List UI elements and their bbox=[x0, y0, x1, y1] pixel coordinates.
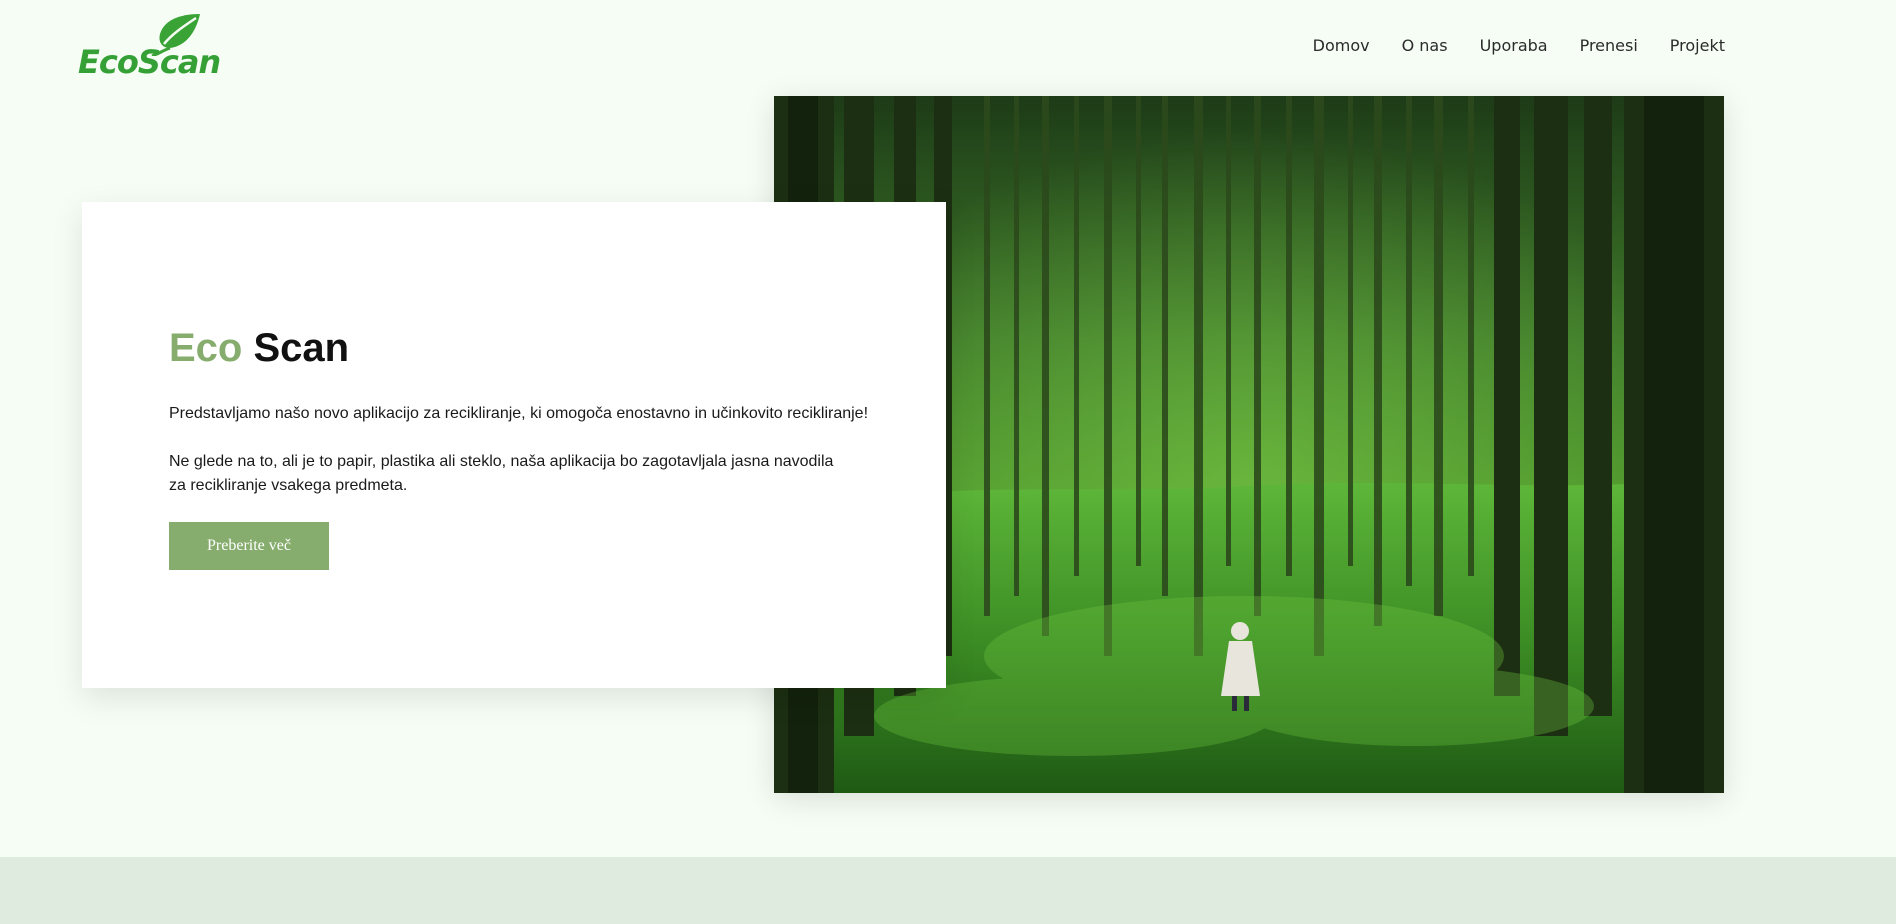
main-nav: Domov O nas Uporaba Prenesi Projekt bbox=[1313, 36, 1725, 56]
logo-text: EcoScan bbox=[78, 43, 221, 81]
nav-item-uporaba[interactable]: Uporaba bbox=[1480, 36, 1548, 56]
hero-paragraph-intro: Predstavljamo našo novo aplikacijo za re… bbox=[169, 405, 869, 422]
hero-card: Eco Scan Predstavljamo našo novo aplikac… bbox=[82, 202, 946, 688]
hero-title: Eco Scan bbox=[169, 324, 349, 372]
nav-item-prenesi[interactable]: Prenesi bbox=[1580, 36, 1638, 56]
nav-item-o-nas[interactable]: O nas bbox=[1402, 36, 1448, 56]
hero-title-rest: Scan bbox=[253, 326, 350, 370]
nav-item-domov[interactable]: Domov bbox=[1313, 36, 1370, 56]
hero-paragraph-details: Ne glede na to, ali je to papir, plastik… bbox=[169, 453, 834, 494]
footer-band bbox=[0, 857, 1896, 924]
read-more-button[interactable]: Preberite več bbox=[169, 522, 329, 570]
logo-link[interactable]: EcoScan bbox=[78, 10, 221, 84]
hero-title-accent: Eco bbox=[169, 326, 243, 370]
nav-item-projekt[interactable]: Projekt bbox=[1670, 36, 1725, 56]
